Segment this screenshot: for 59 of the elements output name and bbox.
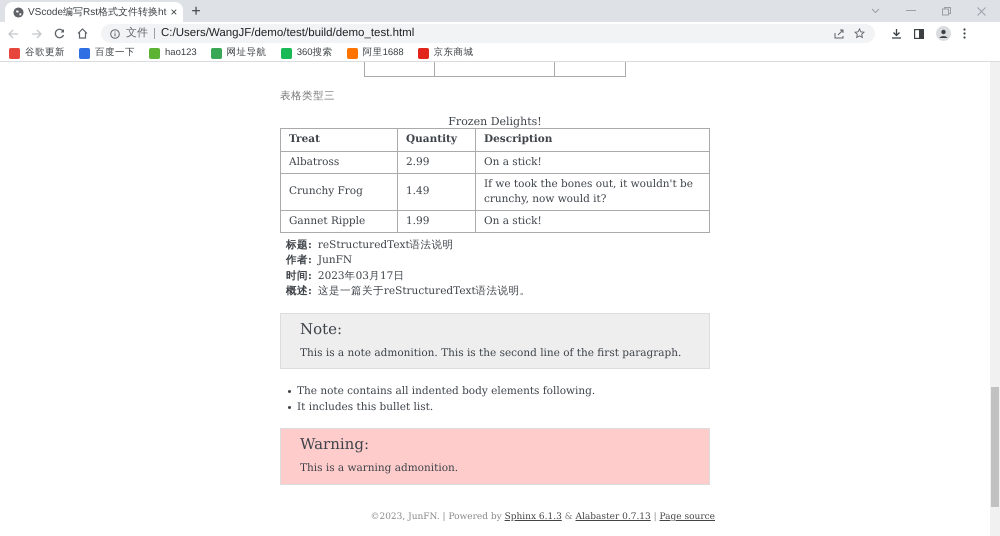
field-value: JunFN <box>318 253 352 268</box>
footer-link[interactable]: Alabaster 0.7.13 <box>576 512 651 522</box>
home-icon[interactable] <box>77 28 88 39</box>
column-header: Description <box>476 128 710 151</box>
reload-icon[interactable] <box>54 28 65 39</box>
url-text: C:/Users/WangJF/demo/test/build/demo_test.html <box>161 26 414 41</box>
info-icon <box>110 28 120 38</box>
menu-icon[interactable] <box>963 28 966 39</box>
table-cell: On a stick! <box>476 151 710 173</box>
table-caption: Frozen Delights! <box>447 114 543 128</box>
field-value: 2023年03月17日 <box>318 268 404 284</box>
admonition-text: This is a note admonition. This is the second line of the first paragraph. <box>300 346 682 360</box>
bullet-icon <box>288 390 291 393</box>
scrollbar[interactable] <box>990 62 1000 536</box>
admonition-title: Warning: <box>300 434 370 454</box>
column-header: Quantity <box>398 128 476 151</box>
star-icon[interactable] <box>854 28 865 39</box>
field-label: 标题: <box>286 238 312 252</box>
profile-avatar-icon[interactable] <box>936 26 951 41</box>
bookmark-item[interactable]: 京东商城 <box>418 46 474 60</box>
bullet-icon <box>288 406 291 409</box>
bookmark-item[interactable]: 网址导航 <box>210 46 267 60</box>
bookmark-item[interactable]: 360搜索 <box>280 46 333 60</box>
list-item-text: The note contains all indented body elements following. <box>297 384 596 400</box>
bookmark-item[interactable]: 谷歌更新 <box>9 46 65 60</box>
bookmark-item[interactable]: 百度一下 <box>79 46 135 60</box>
footer-link[interactable]: Sphinx 6.1.3 <box>504 512 562 522</box>
table-cell: 2.99 <box>398 151 476 173</box>
file-scheme-label: 文件 <box>126 26 148 42</box>
field-label: 时间: <box>286 268 312 284</box>
field-value: reStructuredText语法说明 <box>318 238 454 252</box>
download-icon[interactable] <box>891 28 902 39</box>
tab-title: VScode编写Rst格式文件转换ht <box>28 6 166 20</box>
list-item-text: It includes this bullet list. <box>297 400 434 416</box>
admonition-title: Note: <box>300 318 344 338</box>
admonition-text: This is a warning admonition. <box>300 461 460 476</box>
field-label: 作者: <box>286 253 312 268</box>
column-header: Treat <box>280 128 398 151</box>
close-tab-button[interactable]: × <box>170 6 178 18</box>
table-cell: If we took the bones out, it wouldn't be crunchy, now would it? <box>476 173 710 210</box>
footer-link[interactable]: Page source <box>660 512 715 522</box>
footer-text: ©2023, JunFN. | Powered by Sphinx 6.1.3 & Alabaster 0.7.13 | Page source <box>370 511 715 524</box>
address-bar[interactable]: 文件 C:/Users/WangJF/demo/test/build/demo_test.html <box>101 24 875 43</box>
bookmark-item[interactable]: hao123 <box>149 46 197 60</box>
table-cell: Albatross <box>280 151 398 173</box>
side-panel-icon[interactable] <box>914 28 924 38</box>
field-value: 这是一篇关于reStructuredText语法说明。 <box>318 284 531 299</box>
table-cell: Gannet Ripple <box>280 210 398 232</box>
table-cell: 1.99 <box>398 210 476 232</box>
table-cell: On a stick! <box>476 210 710 232</box>
table-cell: Crunchy Frog <box>280 173 398 210</box>
new-tab-button[interactable]: + <box>191 4 201 20</box>
share-icon[interactable] <box>834 28 844 38</box>
browser-tab[interactable]: VScode编写Rst格式文件转换ht × <box>5 2 184 22</box>
field-label: 概述: <box>286 284 312 299</box>
bookmark-item[interactable]: 阿里1688 <box>346 46 404 60</box>
table-cell: 1.49 <box>398 173 476 210</box>
scrollbar-thumb[interactable] <box>991 387 999 507</box>
section-heading: 表格类型三 <box>280 89 336 104</box>
